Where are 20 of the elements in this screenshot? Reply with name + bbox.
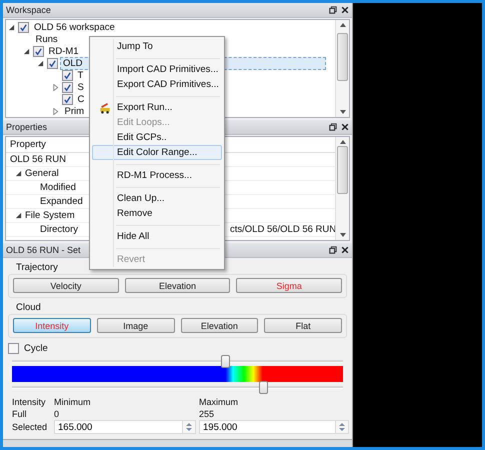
property-name: Directory (40, 224, 78, 235)
property-value: cts/OLD 56/OLD 56 RUN (230, 224, 335, 235)
range-value: 0 (54, 408, 60, 418)
panel-title: Properties (6, 122, 48, 132)
range-label: Maximum (199, 396, 238, 406)
range-label: Minimum (54, 396, 91, 406)
panel-title: Workspace (6, 5, 51, 15)
property-name: OLD 56 RUN (10, 154, 66, 165)
range-label: Selected (12, 422, 48, 432)
property-name: Modified (40, 182, 76, 193)
property-name: Expanded (40, 196, 83, 207)
panel-title: OLD 56 RUN - Set (6, 245, 81, 255)
group-title: Cloud (16, 301, 41, 314)
property-name: General (25, 168, 59, 179)
property-name: File System (25, 210, 75, 221)
group-title: Trajectory (16, 261, 58, 274)
range-value: 255 (199, 408, 214, 418)
checkbox-label: Cycle (24, 343, 48, 354)
range-label: Full (12, 408, 27, 418)
range-label: Intensity (12, 396, 46, 406)
